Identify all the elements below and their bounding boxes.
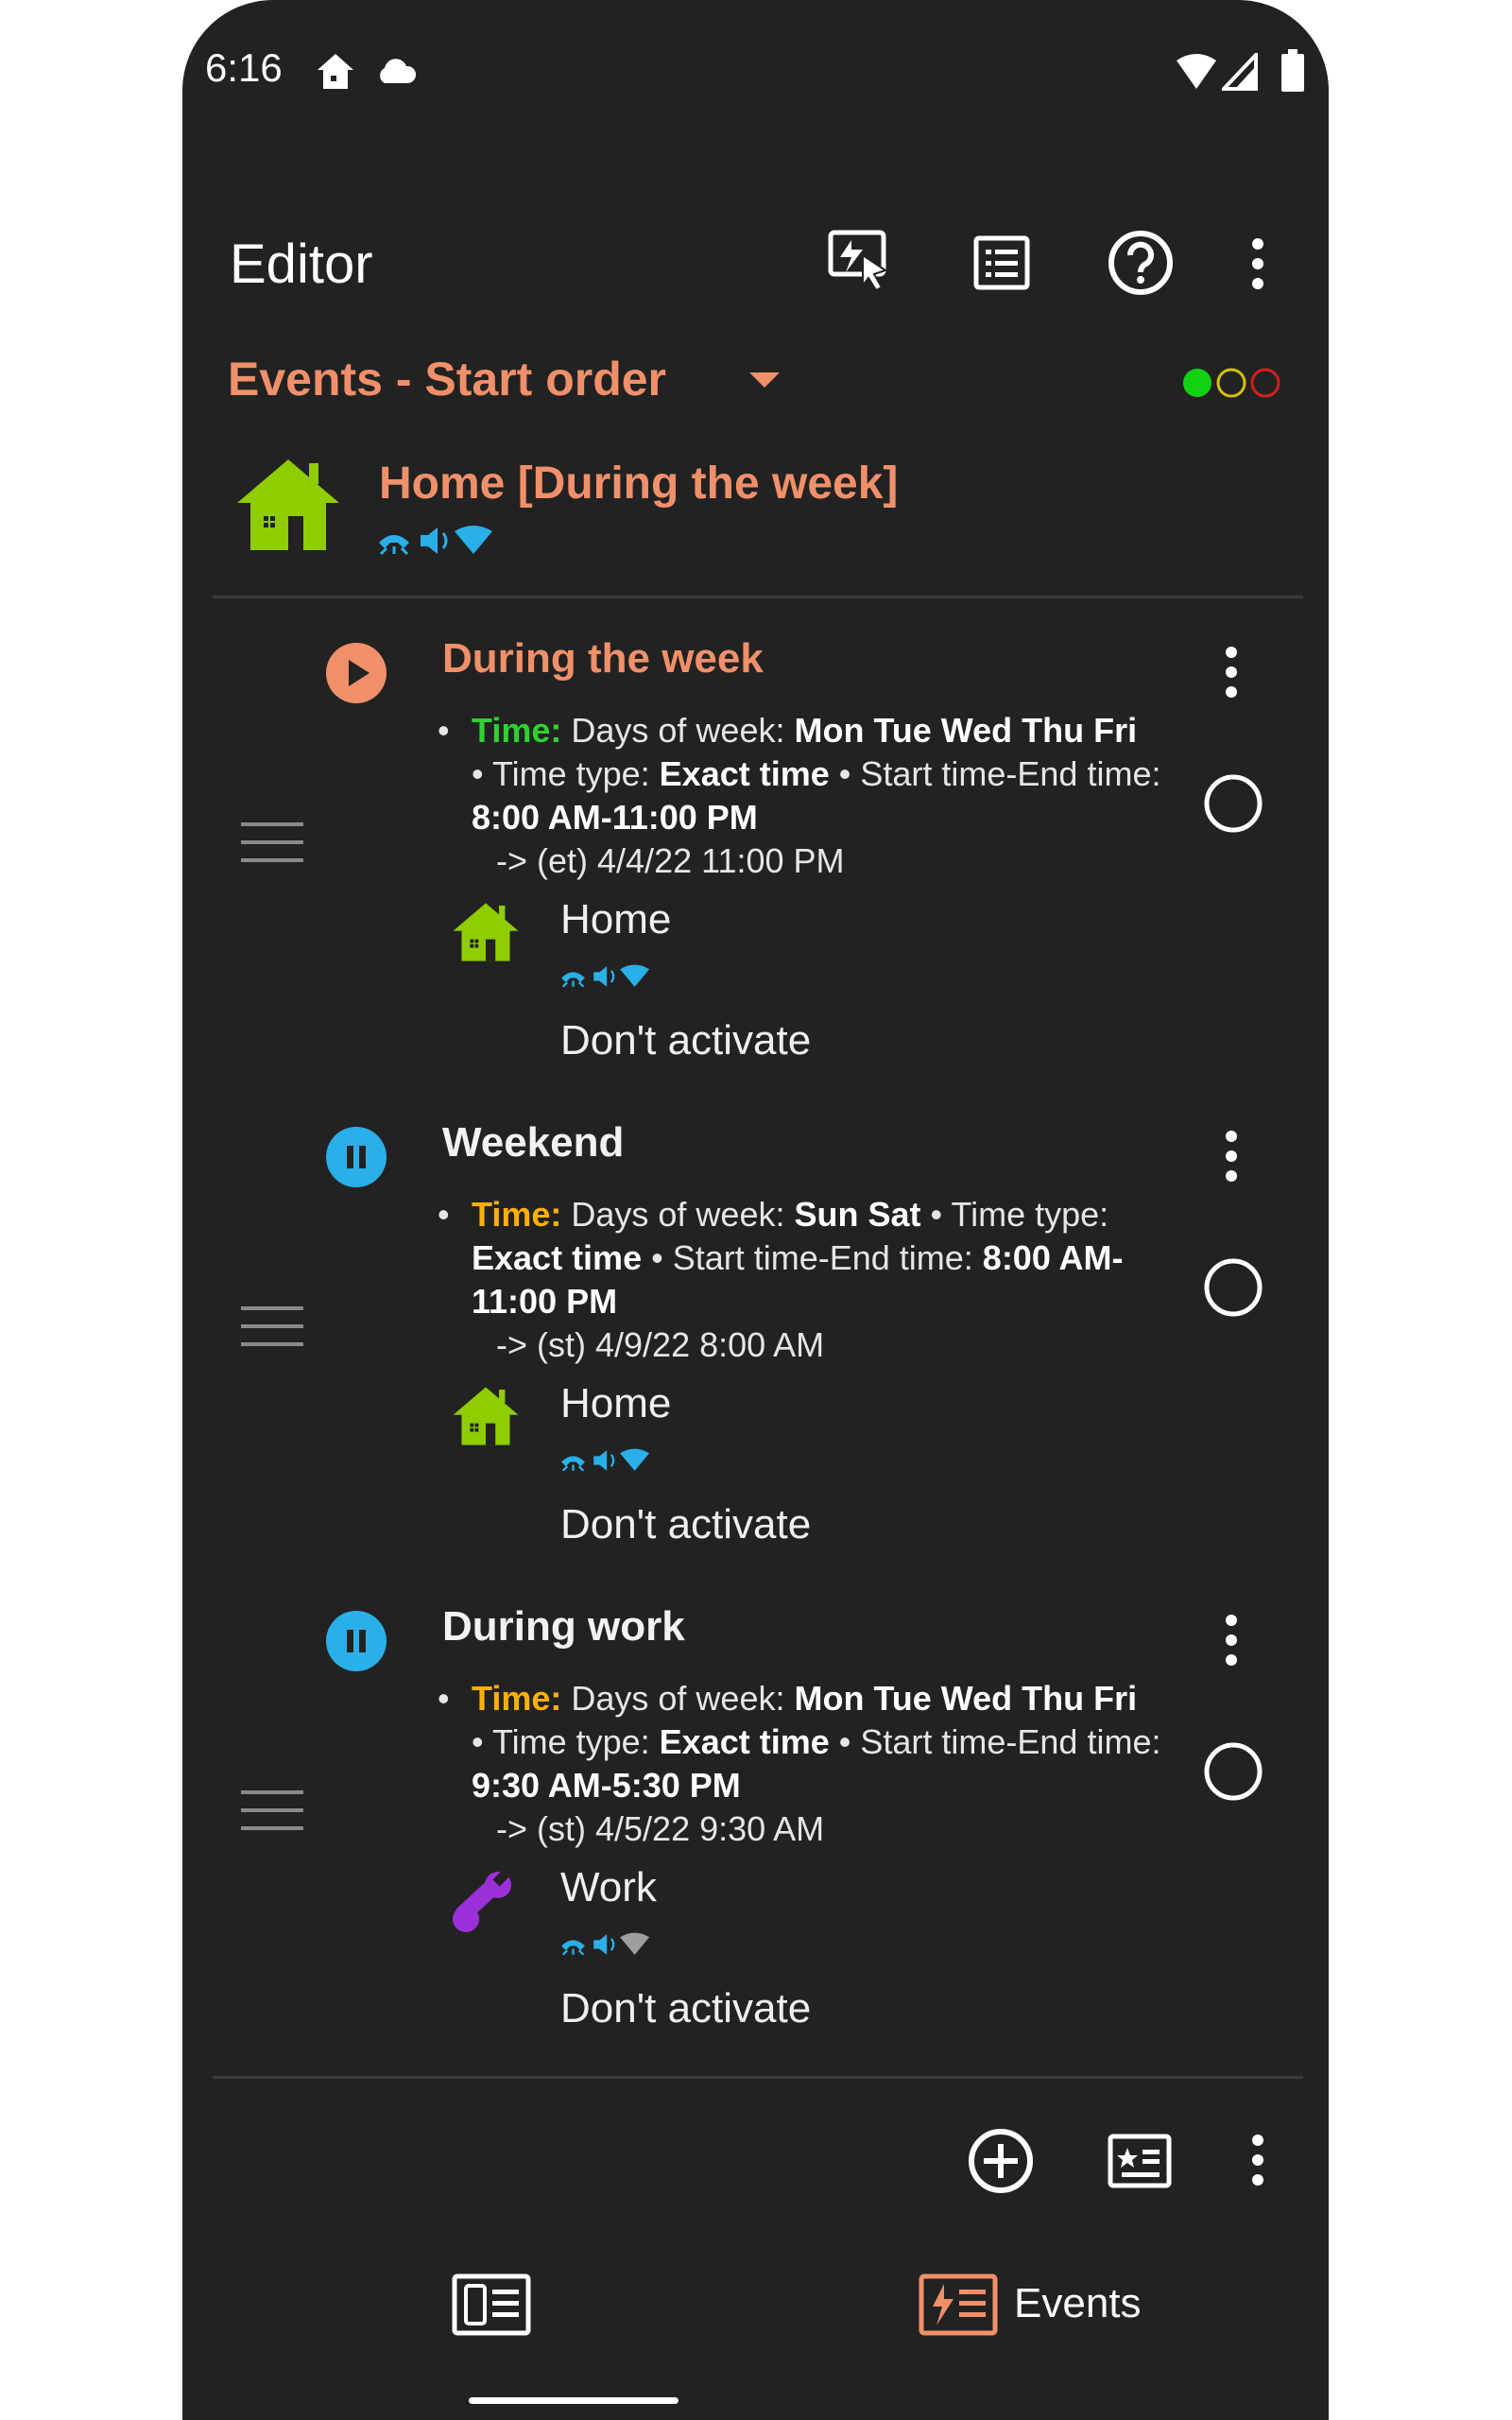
- event-preferences-icon[interactable]: [1107, 2133, 1175, 2189]
- next-time: -> (et) 4/4/22 11:00 PM: [496, 841, 845, 880]
- divider: [213, 2076, 1303, 2079]
- range-value: 9:30 AM-5:30 PM: [472, 1766, 741, 1805]
- event-menu-icon[interactable]: [1222, 1129, 1241, 1184]
- profile-indicator-icons: [379, 526, 492, 556]
- run-stop-icon[interactable]: [827, 227, 897, 293]
- house-icon: [237, 459, 339, 550]
- event-description: • Time: Days of week: Sun Sat • Time typ…: [438, 1193, 1175, 1367]
- running-status-icon: [326, 643, 387, 703]
- event-end-action: Don't activate: [560, 1017, 812, 1063]
- paused-status-icon: [326, 1611, 387, 1671]
- type-value: Exact time: [472, 1238, 643, 1277]
- status-time: 6:16: [205, 45, 283, 90]
- page-title: Editor: [230, 233, 373, 295]
- drag-handle-icon[interactable]: [241, 1790, 303, 1830]
- drag-handle-icon[interactable]: [241, 1306, 303, 1346]
- wifi-status-icon: [1177, 54, 1216, 89]
- event-end-action: Don't activate: [560, 1501, 812, 1547]
- event-enable-toggle[interactable]: [1203, 773, 1263, 834]
- home-gesture-bar[interactable]: [469, 2397, 679, 2404]
- overflow-menu-icon[interactable]: [1248, 236, 1267, 291]
- help-icon[interactable]: [1107, 229, 1175, 297]
- event-card[interactable]: Weekend • Time: Days of week: Sun Sat • …: [182, 1108, 1329, 1552]
- bullet: •: [438, 1195, 450, 1234]
- event-enable-toggle[interactable]: [1203, 1741, 1263, 1802]
- profiles-tab-icon[interactable]: [451, 2273, 532, 2337]
- days-value: Mon Tue Wed Thu Fri: [794, 711, 1138, 750]
- active-profile-name: Home [During the week]: [379, 458, 899, 509]
- event-menu-icon[interactable]: [1222, 645, 1241, 700]
- event-profile-indicator-icons: [561, 1448, 650, 1472]
- time-label: Time:: [472, 1679, 562, 1718]
- type-value: Exact time: [659, 754, 830, 793]
- cloud-status-icon: [380, 59, 417, 83]
- divider: [213, 596, 1303, 598]
- desc-text: Days of week:: [561, 1679, 795, 1718]
- house-icon: [453, 903, 519, 961]
- event-description: • Time: Days of week: Mon Tue Wed Thu Fr…: [438, 709, 1175, 883]
- profile-indicators: [375, 522, 526, 564]
- desc-text: Days of week:: [561, 711, 795, 750]
- tab-events-label[interactable]: Events: [1014, 2280, 1142, 2327]
- days-value: Sun Sat: [794, 1195, 921, 1234]
- desc-text: • Start time-End time:: [829, 754, 1161, 793]
- event-name: Weekend: [442, 1119, 625, 1166]
- chevron-down-icon[interactable]: [747, 371, 782, 389]
- next-time: -> (st) 4/9/22 8:00 AM: [496, 1325, 825, 1364]
- type-value: Exact time: [659, 1722, 830, 1761]
- desc-text: • Start time-End time:: [829, 1722, 1161, 1761]
- list-icon[interactable]: [972, 234, 1031, 291]
- bullet: •: [438, 711, 450, 750]
- events-order-dropdown[interactable]: Events - Start order: [228, 352, 666, 406]
- event-menu-icon[interactable]: [1222, 1613, 1241, 1668]
- desc-text: • Start time-End time:: [642, 1238, 983, 1277]
- bullet: •: [438, 1679, 450, 1718]
- traffic-light-icon[interactable]: [1178, 364, 1292, 402]
- event-profile-indicator-icons: [561, 1932, 650, 1956]
- event-card[interactable]: During work • Time: Days of week: Mon Tu…: [182, 1592, 1329, 2036]
- signal-status-icon: [1222, 53, 1258, 91]
- event-card[interactable]: During the week • Time: Days of week: Mo…: [182, 624, 1329, 1068]
- drag-handle-icon[interactable]: [241, 822, 303, 862]
- time-label: Time:: [472, 711, 562, 750]
- desc-text: • Time type:: [920, 1195, 1109, 1234]
- battery-status-icon: [1281, 49, 1304, 92]
- event-profile-name: Work: [560, 1864, 657, 1910]
- add-event-icon[interactable]: [967, 2127, 1035, 2195]
- desc-text: • Time type:: [472, 1722, 660, 1761]
- paused-status-icon: [326, 1127, 387, 1187]
- event-end-action: Don't activate: [560, 1985, 812, 2031]
- event-name: During the week: [442, 635, 764, 682]
- desc-text: • Time type:: [472, 754, 660, 793]
- event-profile-indicator-icons: [561, 964, 650, 988]
- time-label: Time:: [472, 1195, 562, 1234]
- home-status-icon: [318, 54, 353, 89]
- desc-text: Days of week:: [561, 1195, 795, 1234]
- house-icon: [453, 1387, 519, 1445]
- event-profile-name: Home: [560, 896, 672, 942]
- event-profile-name: Home: [560, 1380, 672, 1426]
- range-value: 8:00 AM-11:00 PM: [472, 798, 758, 837]
- days-value: Mon Tue Wed Thu Fri: [794, 1679, 1138, 1718]
- event-description: • Time: Days of week: Mon Tue Wed Thu Fr…: [438, 1677, 1175, 1851]
- wrench-icon: [453, 1870, 511, 1932]
- phone-screen: 6:16 Editor Events - Start order Home [D…: [182, 0, 1329, 2420]
- next-time: -> (st) 4/5/22 9:30 AM: [496, 1809, 825, 1848]
- bottom-menu-icon[interactable]: [1248, 2133, 1267, 2187]
- event-name: During work: [442, 1603, 685, 1650]
- event-enable-toggle[interactable]: [1203, 1257, 1263, 1318]
- events-tab-icon[interactable]: [918, 2273, 999, 2337]
